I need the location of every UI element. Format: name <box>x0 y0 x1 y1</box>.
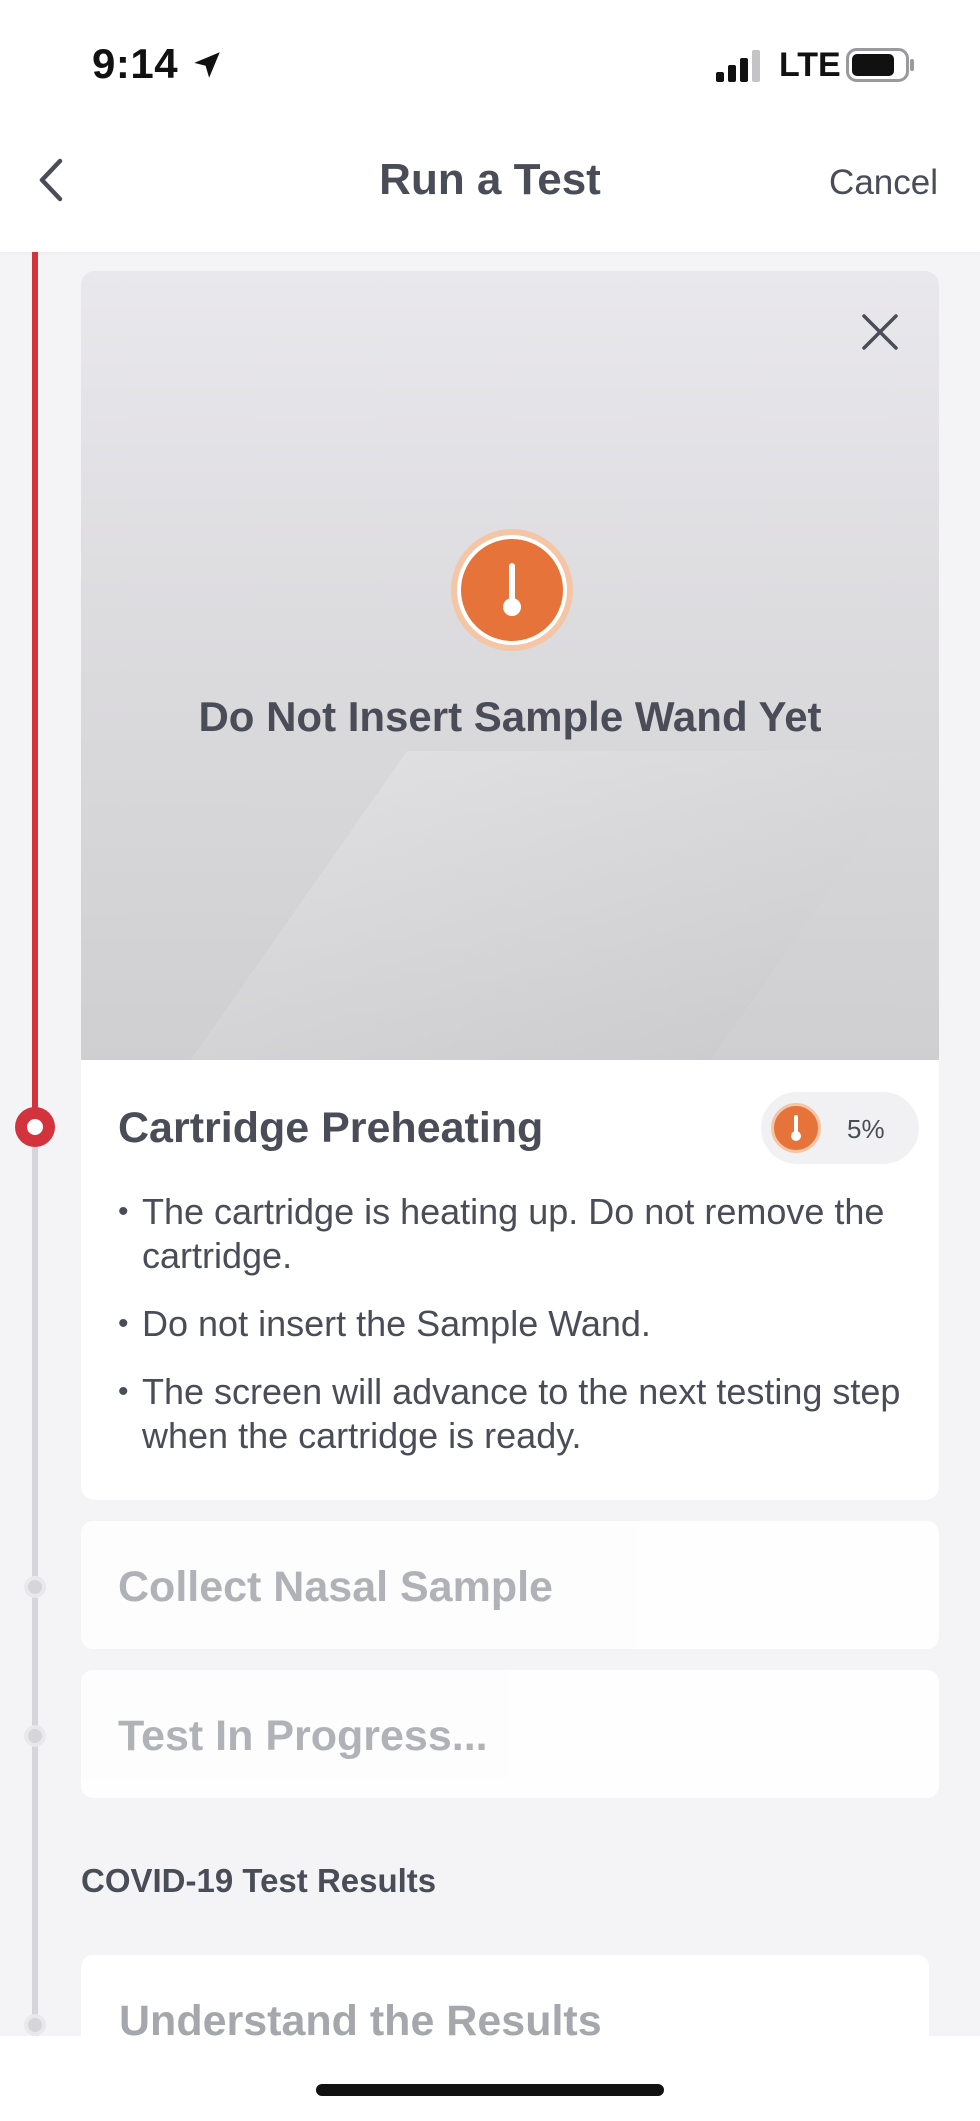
instruction-item: The screen will advance to the next test… <box>118 1370 908 1458</box>
section-heading: COVID-19 Test Results <box>81 1862 437 1899</box>
timeline-dot <box>24 1725 46 1747</box>
step-card-collect-sample[interactable]: Collect Nasal Sample <box>81 1521 939 1649</box>
home-indicator[interactable] <box>316 2084 664 2096</box>
timeline-dot-active <box>15 1107 55 1147</box>
instruction-item: The cartridge is heating up. Do not remo… <box>118 1190 908 1278</box>
step-label: Collect Nasal Sample <box>118 1563 553 1611</box>
signal-bars-icon <box>716 50 760 82</box>
step-card-active: Cartridge Preheating 5% The cartridge is… <box>81 1060 939 1500</box>
cancel-button[interactable]: Cancel <box>829 163 938 203</box>
progress-percent: 5% <box>847 1114 885 1144</box>
close-icon[interactable] <box>859 311 901 353</box>
instruction-item: Do not insert the Sample Wand. <box>118 1302 908 1346</box>
step-card-test-in-progress[interactable]: Test In Progress... <box>81 1670 939 1798</box>
hero-illustration: Do Not Insert Sample Wand Yet <box>81 271 939 1060</box>
step-label: Test In Progress... <box>118 1712 488 1760</box>
thermometer-alert-icon <box>457 535 567 645</box>
nav-bar: Run a Test Cancel <box>0 125 980 252</box>
home-indicator-area <box>0 2036 980 2121</box>
timeline-completed-track <box>32 252 38 1126</box>
instruction-list: The cartridge is heating up. Do not remo… <box>118 1190 908 1482</box>
cartridge-illustration <box>154 751 928 1060</box>
network-type: LTE <box>779 46 841 84</box>
location-arrow-icon <box>194 52 220 78</box>
status-time: 9:14 <box>92 40 179 87</box>
hero-title: Do Not Insert Sample Wand Yet <box>198 693 822 740</box>
progress-pill: 5% <box>761 1092 919 1164</box>
step-title: Cartridge Preheating <box>118 1104 544 1152</box>
thermometer-icon <box>771 1103 821 1153</box>
timeline-dot <box>24 1576 46 1598</box>
timeline-dot <box>24 2014 46 2036</box>
step-card-understand-results[interactable]: Understand the Results <box>81 1955 929 2045</box>
battery-icon <box>846 48 914 82</box>
status-bar: 9:14 LTE <box>0 0 980 125</box>
